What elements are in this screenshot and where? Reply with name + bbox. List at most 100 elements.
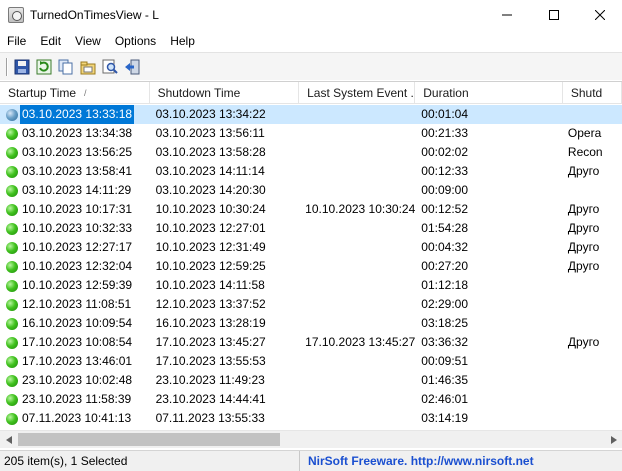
startup-time-text: 10.10.2023 10:32:33: [22, 221, 133, 235]
copy-icon: [58, 59, 73, 74]
table-row[interactable]: 16.10.2023 10:09:54 16.10.2023 13:28:19 03…: [0, 314, 622, 333]
table-row[interactable]: 03.10.2023 13:33:18 03.10.2023 13:34:22 00…: [0, 105, 622, 124]
startup-time-cell: 10.10.2023 10:17:31: [0, 200, 150, 219]
startup-time-text: 10.10.2023 10:17:31: [22, 202, 133, 216]
table-row[interactable]: 23.10.2023 11:58:39 23.10.2023 14:44:41 02…: [0, 390, 622, 409]
column-startup-time[interactable]: Startup Time /: [0, 82, 150, 104]
shutdown-reason-cell: Друго: [567, 335, 600, 349]
startup-time-cell: 07.11.2023 10:41:13: [0, 409, 150, 428]
shutdown-reason-cell: Друго: [567, 164, 600, 178]
duration-cell: 02:29:00: [421, 297, 469, 311]
table-row[interactable]: 12.10.2023 11:08:51 12.10.2023 13:37:52 02…: [0, 295, 622, 314]
duration-cell: 02:46:01: [421, 392, 469, 406]
table-row[interactable]: 17.10.2023 13:46:01 17.10.2023 13:55:53 00…: [0, 352, 622, 371]
shutdown-reason-cell: Друго: [567, 202, 600, 216]
menu-edit[interactable]: Edit: [33, 31, 68, 51]
duration-cell: 01:54:28: [421, 221, 469, 235]
maximize-button[interactable]: [531, 0, 577, 30]
last-system-event-cell: [299, 238, 415, 257]
menu-help[interactable]: Help: [163, 31, 202, 51]
startup-time-cell: 10.10.2023 12:32:04: [0, 257, 150, 276]
table-row[interactable]: 23.10.2023 10:02:48 23.10.2023 11:49:23 01…: [0, 371, 622, 390]
status-dot-icon: [6, 298, 18, 311]
nirsoft-link[interactable]: NirSoft Freeware. http://www.nirsoft.net: [300, 451, 534, 471]
table-row[interactable]: 07.11.2023 10:41:13 07.11.2023 13:55:33 03…: [0, 409, 622, 428]
status-dot-icon: [6, 108, 18, 121]
startup-time-text: 23.10.2023 11:58:39: [22, 392, 132, 406]
startup-time-text: 03.10.2023 13:56:25: [22, 145, 133, 159]
startup-time-text: 10.10.2023 12:32:04: [22, 259, 133, 273]
startup-time-cell: 10.10.2023 12:59:39: [0, 276, 150, 295]
shutdown-time-cell: 17.10.2023 13:45:27: [155, 335, 266, 349]
last-system-event-cell: [299, 276, 415, 295]
scrollbar-thumb[interactable]: [18, 433, 280, 446]
table-row[interactable]: 10.10.2023 10:32:33 10.10.2023 12:27:01 01…: [0, 219, 622, 238]
menu-file[interactable]: File: [0, 31, 33, 51]
column-shutdown-reason[interactable]: Shutd: [563, 82, 622, 104]
duration-cell: 03:36:32: [421, 335, 469, 349]
startup-time-cell: 03.10.2023 13:34:38: [0, 124, 150, 143]
exit-button[interactable]: [121, 56, 143, 78]
startup-time-cell: 03.10.2023 13:56:25: [0, 143, 150, 162]
copy-button[interactable]: [55, 56, 77, 78]
menu-options[interactable]: Options: [108, 31, 163, 51]
startup-time-cell: 03.10.2023 14:11:29: [0, 181, 150, 200]
table-row[interactable]: 03.10.2023 13:34:38 03.10.2023 13:56:11 00…: [0, 124, 622, 143]
close-button[interactable]: [577, 0, 622, 30]
refresh-button[interactable]: [33, 56, 55, 78]
maximize-icon: [549, 10, 559, 20]
times-list[interactable]: Startup Time / Shutdown Time Last System…: [0, 81, 622, 449]
shutdown-time-cell: 10.10.2023 14:11:58: [155, 278, 265, 292]
find-button[interactable]: [99, 56, 121, 78]
app-icon: [8, 7, 24, 23]
column-last-system-event[interactable]: Last System Event ...: [299, 82, 416, 104]
column-shutdown-time[interactable]: Shutdown Time: [150, 82, 300, 104]
shutdown-time-cell: 03.10.2023 13:56:11: [155, 126, 265, 140]
last-system-event-cell: [299, 124, 415, 143]
shutdown-time-cell: 10.10.2023 10:30:24: [155, 202, 266, 216]
startup-time-text: 07.11.2023 10:41:13: [22, 411, 132, 425]
minimize-button[interactable]: [484, 0, 530, 30]
table-row[interactable]: 03.10.2023 14:11:29 03.10.2023 14:20:30 00…: [0, 181, 622, 200]
column-startup-time-label: Startup Time: [8, 86, 77, 100]
column-duration[interactable]: Duration: [415, 82, 563, 104]
scroll-left-button[interactable]: [0, 431, 17, 448]
last-system-event-cell: 17.10.2023 13:45:27: [305, 335, 416, 349]
duration-cell: 00:04:32: [421, 240, 469, 254]
table-row[interactable]: 10.10.2023 12:32:04 10.10.2023 12:59:25 00…: [0, 257, 622, 276]
horizontal-scrollbar[interactable]: [0, 430, 622, 448]
save-button[interactable]: [11, 56, 33, 78]
column-last-system-event-label: Last System Event ...: [307, 86, 416, 100]
shutdown-reason-cell: [563, 276, 622, 295]
table-row[interactable]: 10.10.2023 10:17:31 10.10.2023 10:30:24 10…: [0, 200, 622, 219]
status-dot-icon: [6, 146, 18, 159]
item-count: 205 item(s), 1 Selected: [0, 450, 300, 471]
close-icon: [595, 10, 605, 20]
startup-time-cell: 17.10.2023 13:46:01: [0, 352, 150, 371]
shutdown-time-cell: 03.10.2023 13:34:22: [149, 105, 300, 124]
duration-cell: 01:46:35: [421, 373, 469, 387]
table-row[interactable]: 10.10.2023 12:27:17 10.10.2023 12:31:49 00…: [0, 238, 622, 257]
last-system-event-cell: [299, 219, 415, 238]
table-row[interactable]: 10.10.2023 12:59:39 10.10.2023 14:11:58 01…: [0, 276, 622, 295]
properties-button[interactable]: [77, 56, 99, 78]
last-system-event-cell: [299, 371, 415, 390]
duration-cell: 03:14:19: [421, 411, 469, 425]
last-system-event-cell: [299, 409, 415, 428]
shutdown-reason-cell: Друго: [567, 221, 600, 235]
table-row[interactable]: 03.10.2023 13:56:25 03.10.2023 13:58:28 00…: [0, 143, 622, 162]
table-row[interactable]: 03.10.2023 13:58:41 03.10.2023 14:11:14 00…: [0, 162, 622, 181]
properties-icon: [80, 61, 96, 74]
toolbar-separator: [6, 57, 8, 76]
refresh-icon: [36, 59, 52, 74]
menu-view[interactable]: View: [68, 31, 108, 51]
status-dot-icon: [6, 374, 18, 387]
duration-cell: 00:09:51: [421, 354, 469, 368]
table-row[interactable]: 17.10.2023 10:08:54 17.10.2023 13:45:27 17…: [0, 333, 622, 352]
startup-time-text: 03.10.2023 13:33:18: [20, 105, 135, 124]
last-system-event-cell: [299, 181, 415, 200]
scroll-right-button[interactable]: [605, 431, 622, 448]
shutdown-reason-cell: [563, 295, 622, 314]
shutdown-time-cell: 03.10.2023 14:20:30: [155, 183, 266, 197]
duration-cell: 00:12:33: [421, 164, 469, 178]
